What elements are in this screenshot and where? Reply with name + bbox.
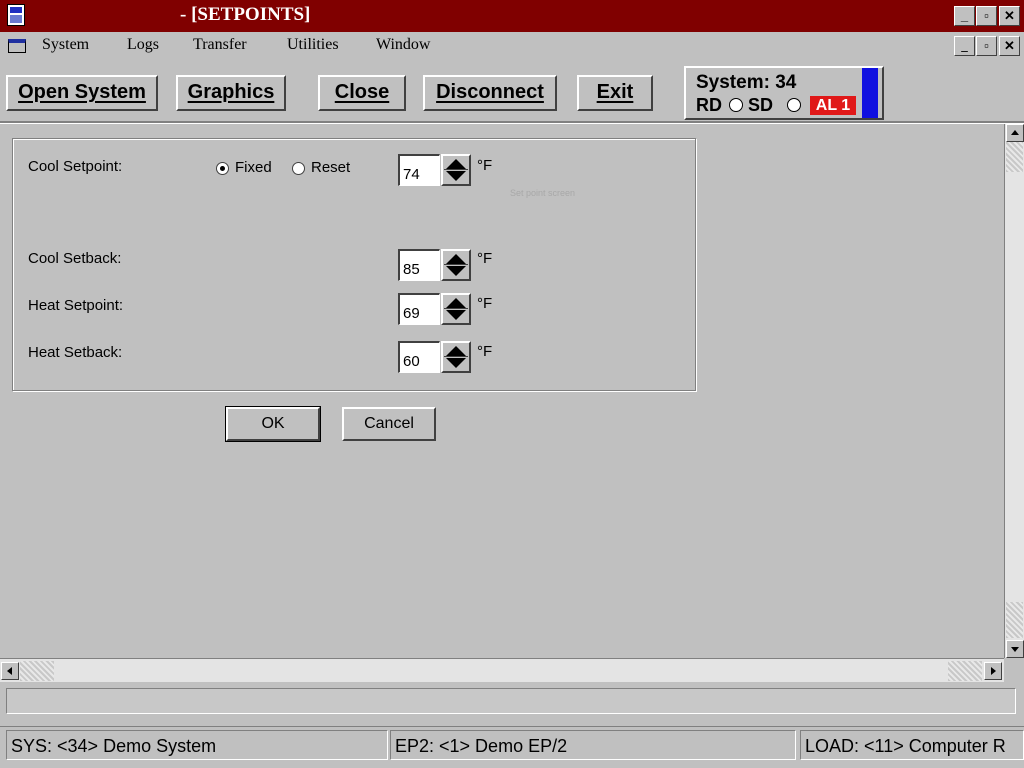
cool-setpoint-label: Cool Setpoint: bbox=[28, 158, 123, 175]
cool-setback-field[interactable] bbox=[398, 249, 440, 281]
cool-setpoint-spinner[interactable] bbox=[441, 154, 471, 186]
message-bar bbox=[6, 688, 1016, 714]
reset-radio[interactable] bbox=[292, 162, 305, 175]
menu-utilities[interactable]: Utilities bbox=[287, 36, 339, 54]
exit-button[interactable]: Exit bbox=[577, 75, 653, 111]
reset-label[interactable]: Reset bbox=[311, 159, 350, 176]
fixed-label[interactable]: Fixed bbox=[235, 159, 272, 176]
spin-down-icon[interactable] bbox=[446, 266, 466, 276]
menu-system[interactable]: System bbox=[42, 36, 89, 54]
spin-down-icon[interactable] bbox=[446, 171, 466, 181]
restore-icon[interactable]: ▫ bbox=[976, 6, 997, 26]
scroll-right-icon[interactable] bbox=[984, 662, 1002, 680]
heat-setpoint-field[interactable] bbox=[398, 293, 440, 325]
system-status-panel: System: 34 RD SD AL 1 bbox=[684, 66, 884, 120]
status-color-bar bbox=[862, 68, 878, 118]
document-icon[interactable] bbox=[8, 39, 26, 53]
heat-setback-field[interactable] bbox=[398, 341, 440, 373]
sd-indicator bbox=[787, 98, 801, 112]
graphics-button[interactable]: Graphics bbox=[176, 75, 286, 111]
menu-window[interactable]: Window bbox=[376, 36, 430, 54]
heat-setback-unit: °F bbox=[477, 343, 493, 360]
spin-up-icon[interactable] bbox=[446, 298, 466, 308]
rd-indicator bbox=[729, 98, 743, 112]
app-icon[interactable] bbox=[7, 4, 25, 26]
close-button[interactable]: Close bbox=[318, 75, 406, 111]
heat-setpoint-spinner[interactable] bbox=[441, 293, 471, 325]
cool-setback-label: Cool Setback: bbox=[28, 250, 122, 267]
heat-setback-label: Heat Setback: bbox=[28, 344, 123, 361]
spin-up-icon[interactable] bbox=[446, 346, 466, 356]
spin-down-icon[interactable] bbox=[446, 310, 466, 320]
close-icon[interactable]: ✕ bbox=[999, 6, 1020, 26]
title-bar: - [SETPOINTS] _ ▫ ✕ bbox=[0, 0, 1024, 32]
menu-logs[interactable]: Logs bbox=[127, 36, 159, 54]
cool-setpoint-unit: °F bbox=[477, 157, 493, 174]
cool-setback-unit: °F bbox=[477, 250, 493, 267]
ok-button[interactable]: OK bbox=[225, 406, 321, 442]
heat-setpoint-unit: °F bbox=[477, 295, 493, 312]
vertical-scrollbar[interactable] bbox=[1004, 124, 1024, 658]
cool-setback-spinner[interactable] bbox=[441, 249, 471, 281]
disconnect-button[interactable]: Disconnect bbox=[423, 75, 557, 111]
vertical-scroll-thumb[interactable] bbox=[1006, 142, 1023, 172]
alarm-badge[interactable]: AL 1 bbox=[810, 96, 856, 115]
status-load: LOAD: <11> Computer R bbox=[800, 730, 1024, 760]
rd-label: RD bbox=[696, 95, 722, 115]
restore-icon[interactable]: ▫ bbox=[976, 36, 997, 56]
horizontal-scroll-track-end bbox=[948, 661, 982, 681]
horizontal-scrollbar[interactable] bbox=[0, 658, 1004, 682]
horizontal-scroll-thumb[interactable] bbox=[20, 661, 54, 681]
open-system-button[interactable]: Open System bbox=[6, 75, 158, 111]
fixed-radio[interactable] bbox=[216, 162, 229, 175]
menu-bar: System Logs Transfer Utilities Window _ … bbox=[0, 32, 1024, 60]
scroll-down-icon[interactable] bbox=[1006, 640, 1024, 658]
cool-setpoint-field[interactable] bbox=[398, 154, 440, 186]
sd-label: SD bbox=[748, 95, 774, 115]
spin-down-icon[interactable] bbox=[446, 358, 466, 368]
status-sys: SYS: <34> Demo System bbox=[6, 730, 388, 760]
scroll-up-icon[interactable] bbox=[1006, 124, 1024, 142]
spin-up-icon[interactable] bbox=[446, 254, 466, 264]
scroll-left-icon[interactable] bbox=[1, 662, 19, 680]
close-icon[interactable]: ✕ bbox=[999, 36, 1020, 56]
toolbar-separator bbox=[0, 121, 1024, 124]
cancel-button[interactable]: Cancel bbox=[342, 407, 436, 441]
minimize-icon[interactable]: _ bbox=[954, 36, 975, 56]
window-title: - [SETPOINTS] bbox=[180, 4, 311, 25]
status-ep: EP2: <1> Demo EP/2 bbox=[390, 730, 796, 760]
menu-transfer[interactable]: Transfer bbox=[193, 36, 247, 54]
scrollbar-corner bbox=[1004, 658, 1024, 682]
heat-setback-spinner[interactable] bbox=[441, 341, 471, 373]
minimize-icon[interactable]: _ bbox=[954, 6, 975, 26]
spin-up-icon[interactable] bbox=[446, 159, 466, 169]
system-label: System: 34 bbox=[696, 72, 797, 93]
vertical-scroll-track-end bbox=[1006, 602, 1023, 638]
ghost-text: Set point screen bbox=[510, 188, 576, 198]
heat-setpoint-label: Heat Setpoint: bbox=[28, 297, 124, 314]
status-bar: SYS: <34> Demo System EP2: <1> Demo EP/2… bbox=[0, 726, 1024, 763]
